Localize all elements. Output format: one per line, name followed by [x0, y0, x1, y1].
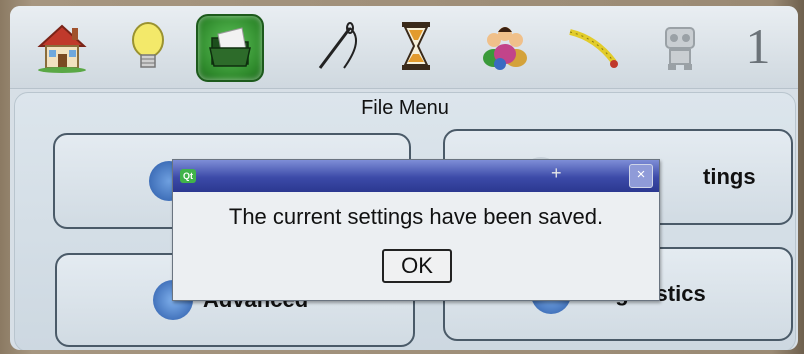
dialog-message: The current settings have been saved. [228, 204, 604, 229]
home-button[interactable] [30, 14, 94, 78]
top-toolbar: 1 [10, 6, 798, 89]
home-icon [37, 24, 87, 73]
measure-button[interactable] [562, 14, 626, 78]
robot-button[interactable] [648, 14, 712, 78]
qt-logo-icon: Qt [180, 169, 196, 183]
page-number: 1 [745, 18, 771, 74]
dialog-titlebar[interactable]: Qt + × [173, 160, 659, 192]
robot-icon [665, 27, 695, 70]
cursor-icon: + [551, 163, 562, 183]
sewing-button[interactable] [306, 14, 370, 78]
users-button[interactable] [474, 14, 538, 78]
timer-button[interactable] [384, 14, 448, 78]
folder-icon [209, 27, 251, 67]
hourglass-icon [402, 22, 430, 70]
people-icon [483, 27, 527, 70]
save-confirmation-dialog: Qt + × The current settings have been sa… [172, 159, 660, 301]
lightbulb-button[interactable] [116, 14, 180, 78]
settings-label: tings [703, 164, 756, 189]
file-menu-button[interactable] [196, 14, 264, 82]
tape-measure-icon [569, 29, 618, 68]
ok-button[interactable]: OK [382, 249, 452, 283]
panel-title: File Menu [361, 97, 449, 119]
close-button[interactable]: × [629, 164, 653, 188]
lightbulb-icon [132, 22, 164, 68]
needle-icon [318, 22, 358, 69]
